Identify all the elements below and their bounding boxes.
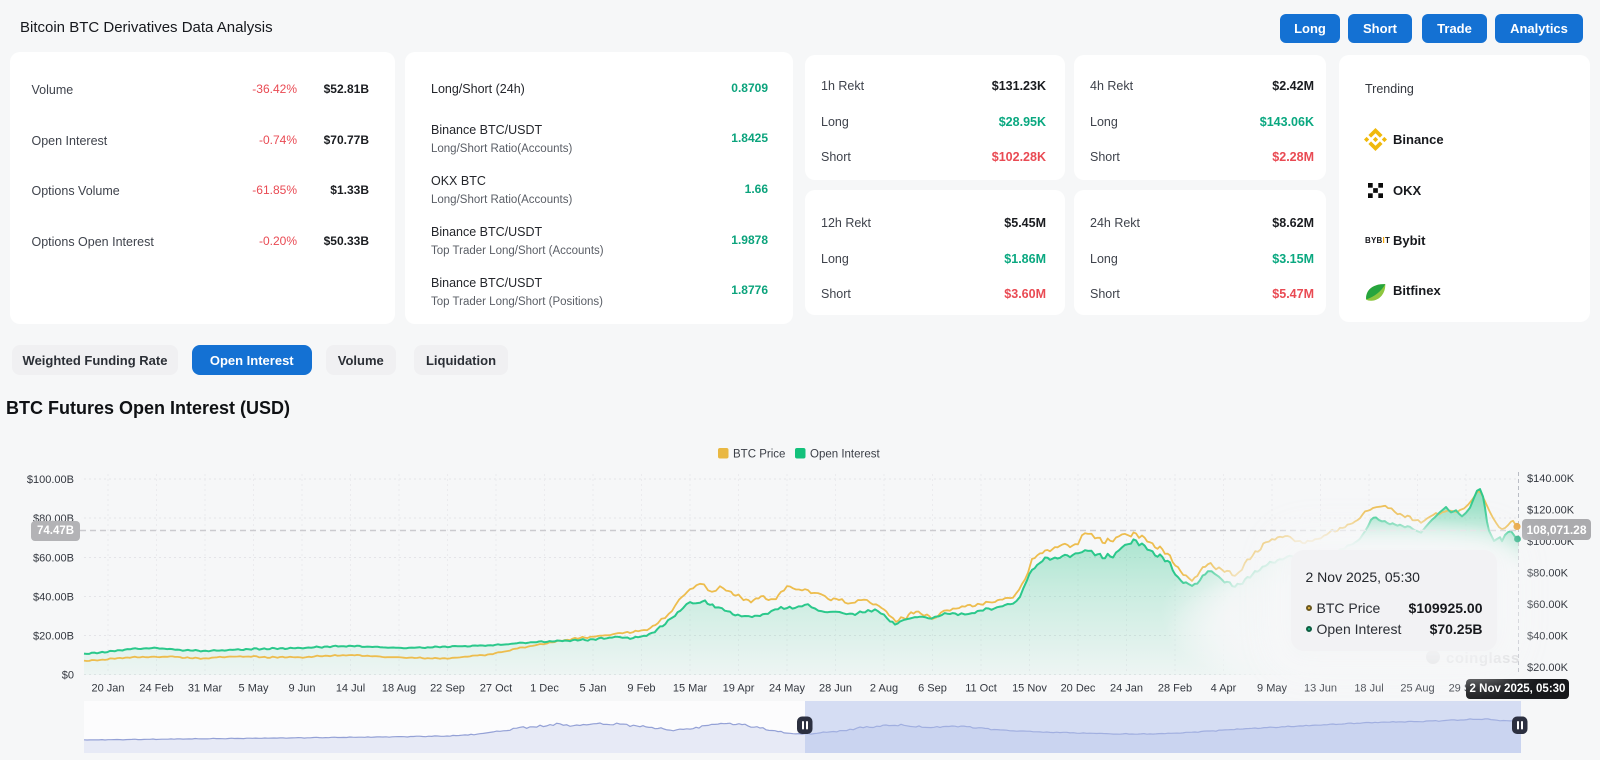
svg-text:Open Interest: Open Interest bbox=[810, 449, 880, 461]
svg-text:27 Oct: 27 Oct bbox=[480, 683, 512, 695]
svg-text:5 Jan: 5 Jan bbox=[580, 683, 607, 695]
svg-text:14 Jul: 14 Jul bbox=[336, 683, 365, 695]
svg-text:9 Feb: 9 Feb bbox=[627, 683, 655, 695]
svg-text:18 Jul: 18 Jul bbox=[1354, 683, 1383, 695]
svg-text:28 Feb: 28 Feb bbox=[1158, 683, 1192, 695]
svg-text:1 Dec: 1 Dec bbox=[530, 683, 559, 695]
svg-text:24 May: 24 May bbox=[769, 683, 806, 695]
svg-text:2 Aug: 2 Aug bbox=[870, 683, 898, 695]
svg-text:9 May: 9 May bbox=[1257, 683, 1287, 695]
svg-text:19 Apr: 19 Apr bbox=[723, 683, 755, 695]
svg-text:20 Dec: 20 Dec bbox=[1061, 683, 1096, 695]
svg-text:$0: $0 bbox=[62, 670, 74, 682]
svg-text:5 May: 5 May bbox=[239, 683, 269, 695]
svg-text:$100.00B: $100.00B bbox=[27, 474, 74, 486]
svg-text:$20.00B: $20.00B bbox=[33, 631, 74, 643]
svg-text:9 Jun: 9 Jun bbox=[289, 683, 316, 695]
svg-text:28 Jun: 28 Jun bbox=[819, 683, 852, 695]
svg-text:BTC Price: BTC Price bbox=[733, 449, 785, 461]
svg-text:$140.00K: $140.00K bbox=[1527, 473, 1575, 485]
svg-text:$60.00K: $60.00K bbox=[1527, 599, 1569, 611]
svg-text:13 Jun: 13 Jun bbox=[1304, 683, 1337, 695]
svg-text:15 Mar: 15 Mar bbox=[673, 683, 708, 695]
svg-text:$20.00K: $20.00K bbox=[1527, 662, 1569, 674]
svg-text:24 Feb: 24 Feb bbox=[139, 683, 173, 695]
svg-text:$80.00K: $80.00K bbox=[1527, 568, 1569, 580]
svg-text:20 Jan: 20 Jan bbox=[91, 683, 124, 695]
svg-text:24 Jan: 24 Jan bbox=[1110, 683, 1143, 695]
svg-text:18 Aug: 18 Aug bbox=[382, 683, 416, 695]
svg-text:15 Nov: 15 Nov bbox=[1012, 683, 1047, 695]
svg-text:$60.00B: $60.00B bbox=[33, 553, 74, 565]
svg-text:$120.00K: $120.00K bbox=[1527, 505, 1575, 517]
svg-text:$40.00K: $40.00K bbox=[1527, 631, 1569, 643]
svg-text:22 Sep: 22 Sep bbox=[430, 683, 465, 695]
svg-text:11 Oct: 11 Oct bbox=[965, 683, 997, 695]
svg-text:4 Apr: 4 Apr bbox=[1211, 683, 1237, 695]
svg-text:31 Mar: 31 Mar bbox=[188, 683, 223, 695]
svg-text:25 Aug: 25 Aug bbox=[1400, 683, 1434, 695]
svg-text:$40.00B: $40.00B bbox=[33, 592, 74, 604]
svg-text:6 Sep: 6 Sep bbox=[918, 683, 947, 695]
svg-text:coinglass: coinglass bbox=[1446, 650, 1520, 667]
